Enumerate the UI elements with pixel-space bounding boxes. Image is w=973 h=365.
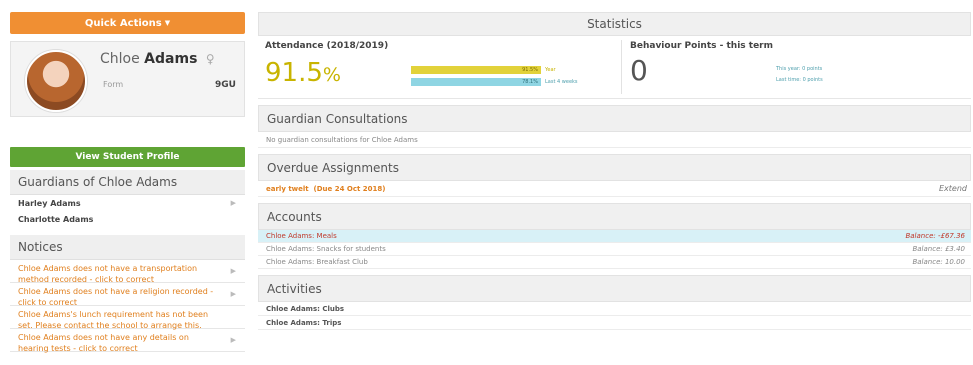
overdue-title: Overdue Assignments [258, 154, 971, 181]
left-column: Quick Actions ▼ Chloe Adams ♀ Form 9GU V… [10, 12, 245, 365]
behaviour-year-text: This year: 0 points [776, 66, 823, 72]
caret-down-icon: ▼ [164, 19, 171, 27]
attendance-recent-caption: Last 4 weeks [545, 79, 578, 85]
attendance-year-caption: Year [545, 67, 556, 73]
right-column: Statistics Attendance (2018/2019) 91.5% … [258, 12, 971, 365]
chevron-right-icon: ▶ [230, 199, 236, 207]
chevron-right-icon: ▶ [230, 336, 236, 344]
form-row: Form 9GU [103, 80, 236, 90]
notice-text: Chloe Adams's lunch requirement has not … [18, 310, 209, 330]
quick-actions-label: Quick Actions [84, 17, 162, 29]
guardians-panel: Guardians of Chloe Adams Harley Adams ▶ … [10, 170, 245, 227]
view-student-profile-button[interactable]: View Student Profile [10, 147, 245, 167]
account-name: Chloe Adams: Meals [266, 232, 337, 240]
accounts-title: Accounts [258, 203, 971, 230]
attendance-value: 91.5% [265, 58, 341, 88]
overdue-item-name: early twelt [266, 184, 309, 193]
form-label: Form [103, 80, 124, 89]
activities-title: Activities [258, 275, 971, 302]
overdue-item-title: early twelt (Due 24 Oct 2018) [266, 185, 385, 193]
account-name: Chloe Adams: Snacks for students [266, 245, 386, 253]
lightbulb-icon[interactable]: ♀ [206, 52, 215, 66]
student-profile-card: Chloe Adams ♀ Form 9GU [10, 41, 245, 117]
form-value: 9GU [215, 80, 236, 90]
accounts-panel: Accounts Chloe Adams: Meals Balance: -£6… [258, 203, 971, 269]
student-first-name: Chloe [100, 51, 140, 67]
activity-row[interactable]: Chloe Adams: Trips [258, 316, 971, 330]
attendance-number: 91.5 [265, 58, 323, 88]
consultations-empty: No guardian consultations for Chloe Adam… [258, 132, 971, 148]
guardian-name: Harley Adams [18, 198, 81, 208]
attendance-title: Attendance (2018/2019) [265, 41, 389, 51]
account-balance: Balance: £3.40 [912, 245, 965, 253]
consultations-panel: Guardian Consultations No guardian consu… [258, 105, 971, 148]
behaviour-title: Behaviour Points - this term [630, 41, 773, 51]
notice-item: Chloe Adams's lunch requirement has not … [10, 306, 245, 330]
behaviour-last-text: Last time: 0 points [776, 77, 823, 83]
notices-title: Notices [10, 235, 245, 260]
account-row[interactable]: Chloe Adams: Snacks for students Balance… [258, 243, 971, 256]
overdue-item-due: (Due 24 Oct 2018) [313, 184, 386, 193]
attendance-year-bar: 91.5% [411, 66, 541, 74]
account-row[interactable]: Chloe Adams: Meals Balance: -£67.36 [258, 230, 971, 243]
guardians-title: Guardians of Chloe Adams [10, 170, 245, 195]
attendance-recent-bar: 78.1% [411, 78, 541, 86]
notices-panel: Notices Chloe Adams does not have a tran… [10, 235, 245, 353]
behaviour-value: 0 [630, 54, 648, 87]
notice-text: Chloe Adams does not have any details on… [18, 333, 189, 353]
notice-text: Chloe Adams does not have a religion rec… [18, 287, 214, 307]
notice-item[interactable]: Chloe Adams does not have a religion rec… [10, 283, 245, 307]
chevron-right-icon: ▶ [230, 267, 236, 275]
stats-divider [621, 40, 622, 94]
account-balance: Balance: 10.00 [912, 258, 965, 266]
attendance-unit: % [322, 64, 341, 86]
account-balance: Balance: -£67.36 [905, 232, 965, 240]
avatar [25, 50, 87, 112]
guardian-name: Charlotte Adams [18, 214, 94, 224]
overdue-panel: Overdue Assignments early twelt (Due 24 … [258, 154, 971, 197]
guardian-item[interactable]: Harley Adams ▶ [10, 195, 245, 211]
statistics-title: Statistics [258, 12, 971, 36]
consultations-title: Guardian Consultations [258, 105, 971, 132]
activity-row[interactable]: Chloe Adams: Clubs [258, 302, 971, 316]
overdue-item[interactable]: early twelt (Due 24 Oct 2018) Extend [258, 181, 971, 197]
student-last-name: Adams [144, 51, 198, 67]
activities-panel: Activities Chloe Adams: Clubs Chloe Adam… [258, 275, 971, 330]
notice-item[interactable]: Chloe Adams does not have a transportati… [10, 260, 245, 284]
account-name: Chloe Adams: Breakfast Club [266, 258, 368, 266]
quick-actions-button[interactable]: Quick Actions ▼ [10, 12, 245, 34]
guardian-item[interactable]: Charlotte Adams [10, 211, 245, 227]
student-name: Chloe Adams ♀ [100, 51, 215, 67]
notice-text: Chloe Adams does not have a transportati… [18, 264, 198, 284]
chevron-right-icon: ▶ [230, 290, 236, 298]
notice-item[interactable]: Chloe Adams does not have any details on… [10, 329, 245, 353]
extend-link[interactable]: Extend [939, 184, 967, 193]
statistics-body: Attendance (2018/2019) 91.5% 91.5% Year … [258, 36, 971, 99]
account-row[interactable]: Chloe Adams: Breakfast Club Balance: 10.… [258, 256, 971, 269]
